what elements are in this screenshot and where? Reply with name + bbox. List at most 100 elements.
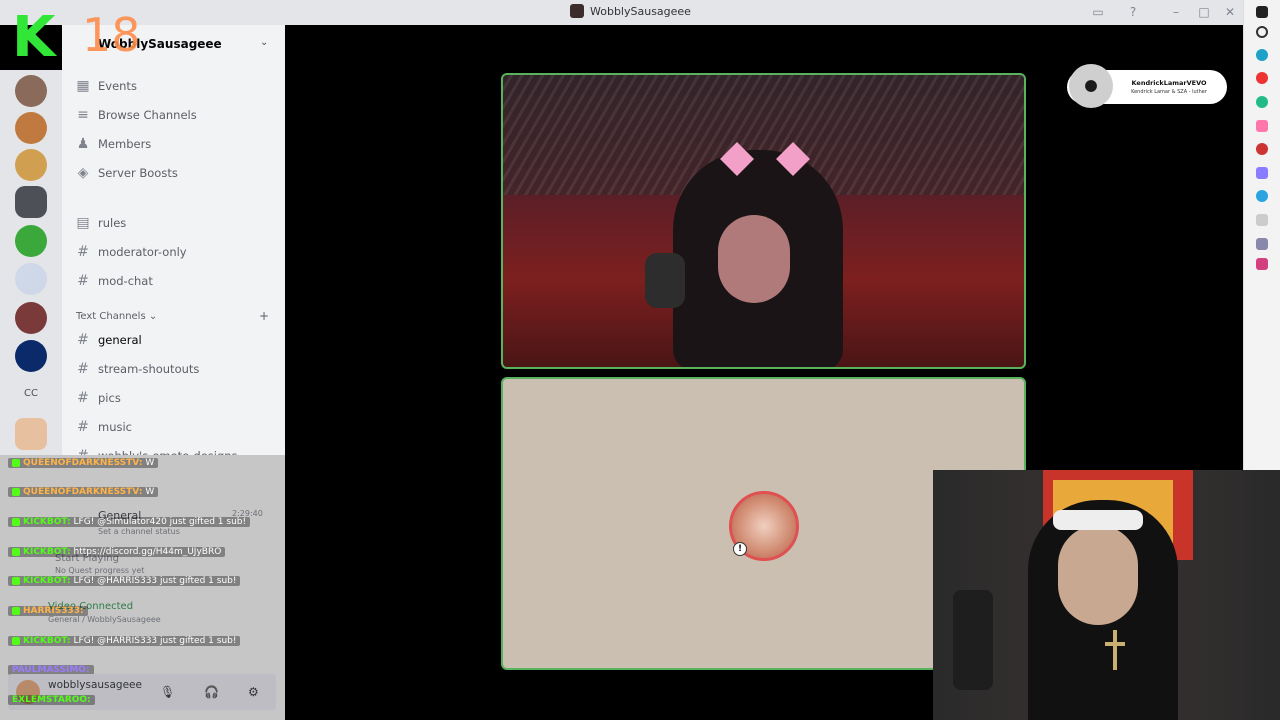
rules-icon: ▤ [76, 215, 90, 231]
hash-icon: # [77, 332, 89, 348]
server-avatar[interactable] [15, 112, 47, 144]
app-icon[interactable] [1256, 120, 1268, 132]
microphone-icon[interactable]: 🎙 [160, 685, 175, 699]
members-icon: ♟ [76, 136, 90, 152]
badge-icon [12, 458, 20, 467]
hash-icon: # [77, 273, 89, 289]
badge-icon [12, 606, 20, 615]
microphone [645, 253, 685, 308]
chat-user: KICKBOT: [23, 576, 71, 586]
close-button[interactable]: ✕ [1222, 4, 1238, 20]
help-icon[interactable]: ? [1125, 4, 1141, 20]
chat-text: https://discord.gg/H44m_UJyBRO [73, 547, 222, 557]
server-avatar[interactable] [15, 149, 47, 181]
badge-icon [12, 636, 20, 645]
windows-icon[interactable] [1256, 6, 1268, 18]
alert-icon: ! [733, 542, 747, 556]
webcam-overlay [933, 470, 1280, 720]
chat-message: KICKBOT: LFG! @HARRIS333 just gifted 1 s… [8, 574, 241, 588]
category-text-channels[interactable]: Text Channels ⌄ [76, 311, 157, 322]
app-icon[interactable] [1256, 238, 1268, 250]
channel-mod-chat[interactable]: # mod-chat [76, 273, 153, 289]
server-avatar[interactable] [15, 186, 47, 218]
video-tile-streamer[interactable] [501, 73, 1026, 369]
app-icon[interactable] [1256, 167, 1268, 179]
app-icon[interactable] [1256, 214, 1268, 226]
chat-message: KICKBOT: LFG! @HARRIS333 just gifted 1 s… [8, 634, 241, 648]
search-icon[interactable] [1256, 26, 1268, 38]
screen: WobblySausageee ▭ ? – □ ✕ CC WobblySausa… [0, 0, 1280, 720]
server-avatar[interactable] [15, 225, 47, 257]
menu-item-label: Members [98, 137, 152, 151]
server-avatar[interactable] [15, 75, 47, 107]
now-playing-artist: KendrickLamarVEVO [1131, 79, 1207, 87]
title-bar: WobblySausageee ▭ ? – □ ✕ [0, 0, 1243, 25]
chat-user: QUEENOFDARKNESSTV: [23, 487, 143, 497]
maximize-button[interactable]: □ [1196, 4, 1212, 20]
server-avatar[interactable] [15, 302, 47, 334]
chat-user: KICKBOT: [23, 636, 71, 646]
chevron-down-icon[interactable]: ⌄ [260, 37, 268, 48]
now-playing-track: Kendrick Lamar & SZA - luther [1131, 89, 1207, 95]
chat-message: QUEENOFDARKNESSTV: W [8, 485, 159, 499]
now-playing: KendrickLamarVEVO Kendrick Lamar & SZA -… [1067, 64, 1227, 108]
category-label: Text Channels [76, 311, 146, 322]
channel-label: moderator-only [98, 245, 187, 259]
app-icon[interactable] [1256, 49, 1268, 61]
menu-item-members[interactable]: ♟ Members [76, 136, 152, 152]
channel-general[interactable]: # general [76, 332, 142, 348]
chat-user: HARRIS333: [23, 606, 84, 616]
hash-icon: # [77, 361, 89, 377]
chat-text: LFG! @HARRIS333 just gifted 1 sub! [73, 576, 237, 586]
kick-logo: K [12, 5, 56, 70]
menu-item-boosts[interactable]: ◈ Server Boosts [76, 165, 178, 181]
cross-icon [1113, 630, 1117, 670]
chat-message: HARRIS333: [8, 604, 88, 618]
hash-icon: # [77, 244, 89, 260]
menu-item-events[interactable]: ▦ Events [76, 78, 137, 94]
chat-message: KICKBOT: LFG! @Simulator420 just gifted … [8, 515, 251, 529]
app-icon[interactable] [1256, 72, 1268, 84]
channel-pics[interactable]: # pics [76, 390, 121, 406]
channel-label: music [98, 420, 133, 434]
channel-rules[interactable]: ▤ rules [76, 215, 126, 231]
badge-icon [12, 547, 20, 556]
server-cc[interactable]: CC [15, 378, 47, 410]
streamer-face [1058, 525, 1138, 625]
channel-label: general [98, 333, 142, 347]
streamer-face [718, 215, 790, 303]
telegram-icon[interactable] [1256, 190, 1268, 202]
chat-user: QUEENOFDARKNESSTV: [23, 458, 143, 468]
username[interactable]: wobblysausageee [48, 679, 142, 691]
add-channel-icon[interactable]: + [259, 309, 269, 323]
hash-icon: # [77, 419, 89, 435]
channel-stream-shoutouts[interactable]: # stream-shoutouts [76, 361, 199, 377]
hash-icon: # [77, 390, 89, 406]
app-icon[interactable] [1256, 143, 1268, 155]
server-avatar[interactable] [15, 418, 47, 450]
channel-label: pics [98, 391, 121, 405]
badge-icon [12, 576, 20, 585]
logo-number: 18 [82, 8, 141, 62]
gear-icon[interactable]: ⚙ [248, 685, 259, 699]
list-icon: ≡ [77, 107, 89, 123]
app-icon[interactable] [1256, 96, 1268, 108]
minimize-button[interactable]: – [1168, 4, 1184, 20]
channel-moderator-only[interactable]: # moderator-only [76, 244, 187, 260]
window-title-text: WobblySausageee [590, 4, 691, 18]
chat-text: LFG! @Simulator420 just gifted 1 sub! [73, 517, 247, 527]
headphones-icon[interactable]: 🎧 [204, 685, 219, 699]
channel-label: rules [98, 216, 127, 230]
channel-label: mod-chat [98, 274, 153, 288]
instagram-icon[interactable] [1256, 258, 1268, 270]
chat-user: KICKBOT: [23, 547, 71, 557]
server-avatar[interactable] [15, 263, 47, 295]
inbox-icon[interactable]: ▭ [1090, 4, 1106, 20]
badge-icon [12, 487, 20, 496]
channel-label: stream-shoutouts [98, 362, 200, 376]
server-avatar[interactable] [15, 340, 47, 372]
server-icon [570, 4, 584, 18]
menu-item-label: Server Boosts [98, 166, 178, 180]
menu-item-browse[interactable]: ≡ Browse Channels [76, 107, 197, 123]
channel-music[interactable]: # music [76, 419, 132, 435]
